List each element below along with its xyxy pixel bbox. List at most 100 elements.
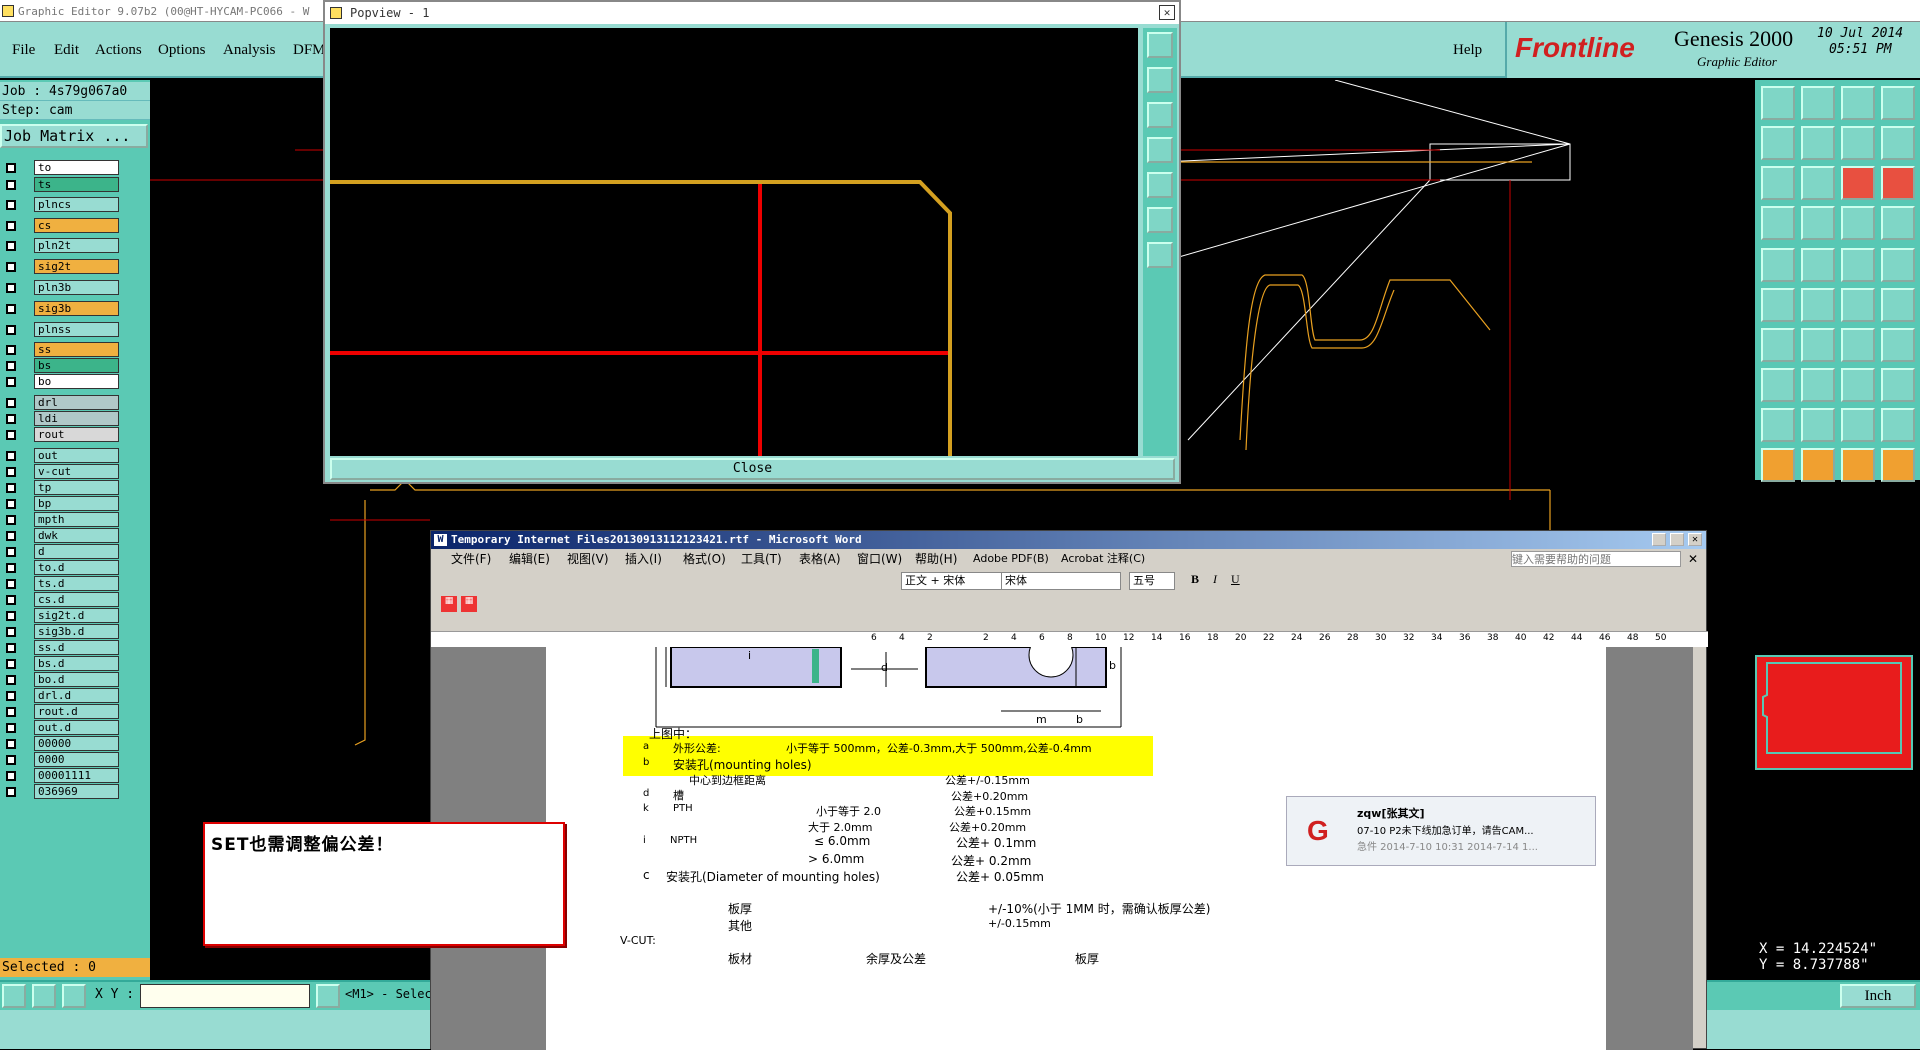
tool-button-icon[interactable]	[1881, 448, 1915, 482]
tool-button-icon[interactable]	[1881, 408, 1915, 442]
info-icon[interactable]	[316, 984, 340, 1008]
tool-button-icon[interactable]	[1761, 408, 1795, 442]
italic-button[interactable]: I	[1213, 572, 1217, 587]
layer-name[interactable]: 00001111	[34, 768, 119, 783]
popview-tool-icon[interactable]	[1147, 172, 1173, 198]
layer-name[interactable]: bs	[34, 358, 119, 373]
layer-name[interactable]: pln2t	[34, 238, 119, 253]
popview-tool-icon[interactable]	[1147, 67, 1173, 93]
layer-row[interactable]: d	[0, 544, 150, 560]
tool-button-icon[interactable]	[1841, 126, 1875, 160]
layer-name[interactable]: ss	[34, 342, 119, 357]
layer-row[interactable]: rout	[0, 427, 150, 443]
word-close-icon[interactable]: ✕	[1688, 533, 1702, 546]
tool-button-icon[interactable]	[1801, 328, 1835, 362]
layer-name[interactable]: sig3b	[34, 301, 119, 316]
layer-checkbox[interactable]	[6, 595, 16, 605]
word-minimize-icon[interactable]	[1652, 533, 1666, 546]
layer-row[interactable]: out	[0, 448, 150, 464]
layer-checkbox[interactable]	[6, 377, 16, 387]
word-menu-help[interactable]: 帮助(H)	[915, 549, 957, 569]
popview-tool-icon[interactable]	[1147, 242, 1173, 268]
tool-button-icon[interactable]	[1761, 126, 1795, 160]
tool-button-icon[interactable]	[1761, 288, 1795, 322]
layer-row[interactable]: tp	[0, 480, 150, 496]
layer-name[interactable]: rout	[34, 427, 119, 442]
layer-row[interactable]: sig3b	[0, 301, 150, 317]
font-select[interactable]: 宋体	[1001, 572, 1121, 590]
bold-button[interactable]: B	[1191, 572, 1199, 587]
word-maximize-icon[interactable]	[1670, 533, 1684, 546]
layer-row[interactable]: 0000	[0, 752, 150, 768]
tool-button-icon[interactable]	[1761, 86, 1795, 120]
layer-row[interactable]: ldi	[0, 411, 150, 427]
layer-name[interactable]: to	[34, 160, 119, 175]
layer-checkbox[interactable]	[6, 483, 16, 493]
tool-button-icon[interactable]	[1801, 86, 1835, 120]
popview-tool-icon[interactable]	[1147, 207, 1173, 233]
layer-checkbox[interactable]	[6, 283, 16, 293]
layer-name[interactable]: rout.d	[34, 704, 119, 719]
popview-close-icon[interactable]: ✕	[1159, 5, 1175, 20]
layer-name[interactable]: ts	[34, 177, 119, 192]
layer-checkbox[interactable]	[6, 771, 16, 781]
layer-row[interactable]: sig2t	[0, 259, 150, 275]
layer-row[interactable]: rout.d	[0, 704, 150, 720]
layer-name[interactable]: 00000	[34, 736, 119, 751]
tool-button-icon[interactable]	[1881, 206, 1915, 240]
word-menu-file[interactable]: 文件(F)	[451, 549, 491, 569]
layer-checkbox[interactable]	[6, 755, 16, 765]
layer-checkbox[interactable]	[6, 180, 16, 190]
layer-row[interactable]: sig2t.d	[0, 608, 150, 624]
tool-button-icon[interactable]	[1881, 166, 1915, 200]
tool-button-icon[interactable]	[1801, 448, 1835, 482]
units-button[interactable]: Inch	[1840, 984, 1916, 1008]
layer-checkbox[interactable]	[6, 241, 16, 251]
layer-checkbox[interactable]	[6, 451, 16, 461]
layer-checkbox[interactable]	[6, 499, 16, 509]
layer-name[interactable]: to.d	[34, 560, 119, 575]
layer-checkbox[interactable]	[6, 787, 16, 797]
tool-button-icon[interactable]	[1841, 288, 1875, 322]
size-select[interactable]: 五号	[1129, 572, 1175, 590]
layer-name[interactable]: bo	[34, 374, 119, 389]
tool-button-icon[interactable]	[1801, 126, 1835, 160]
pdf-icon[interactable]: ▦	[441, 596, 457, 612]
word-menu-adobe-pdf[interactable]: Adobe PDF(B)	[973, 549, 1049, 569]
tool-button-icon[interactable]	[1761, 368, 1795, 402]
layer-checkbox[interactable]	[6, 531, 16, 541]
tool-button-icon[interactable]	[1841, 408, 1875, 442]
layer-row[interactable]: sig3b.d	[0, 624, 150, 640]
popview-canvas[interactable]	[330, 28, 1138, 456]
layer-checkbox[interactable]	[6, 691, 16, 701]
tool-button-icon[interactable]	[1761, 448, 1795, 482]
layer-checkbox[interactable]	[6, 707, 16, 717]
layer-name[interactable]: mpth	[34, 512, 119, 527]
layer-row[interactable]: v-cut	[0, 464, 150, 480]
tool-button-icon[interactable]	[1801, 248, 1835, 282]
tool-button-icon[interactable]	[1801, 166, 1835, 200]
layer-checkbox[interactable]	[6, 221, 16, 231]
word-menu-view[interactable]: 视图(V)	[567, 549, 609, 569]
layer-checkbox[interactable]	[6, 262, 16, 272]
menu-file[interactable]: File	[12, 42, 35, 59]
layer-row[interactable]: bs	[0, 358, 150, 374]
layer-checkbox[interactable]	[6, 627, 16, 637]
layer-checkbox[interactable]	[6, 579, 16, 589]
job-matrix-button[interactable]: Job Matrix ...	[0, 124, 148, 148]
word-menu-edit[interactable]: 编辑(E)	[509, 549, 550, 569]
layer-name[interactable]: bs.d	[34, 656, 119, 671]
layer-row[interactable]: to	[0, 160, 150, 176]
layer-name[interactable]: sig3b.d	[34, 624, 119, 639]
layer-checkbox[interactable]	[6, 675, 16, 685]
layer-row[interactable]: ts	[0, 177, 150, 193]
layer-row[interactable]: to.d	[0, 560, 150, 576]
menu-analysis[interactable]: Analysis	[223, 42, 276, 59]
popview-tool-icon[interactable]	[1147, 102, 1173, 128]
layer-checkbox[interactable]	[6, 398, 16, 408]
layer-checkbox[interactable]	[6, 515, 16, 525]
tool-button-icon[interactable]	[1841, 368, 1875, 402]
layer-checkbox[interactable]	[6, 200, 16, 210]
layer-name[interactable]: cs.d	[34, 592, 119, 607]
word-menu-insert[interactable]: 插入(I)	[625, 549, 662, 569]
